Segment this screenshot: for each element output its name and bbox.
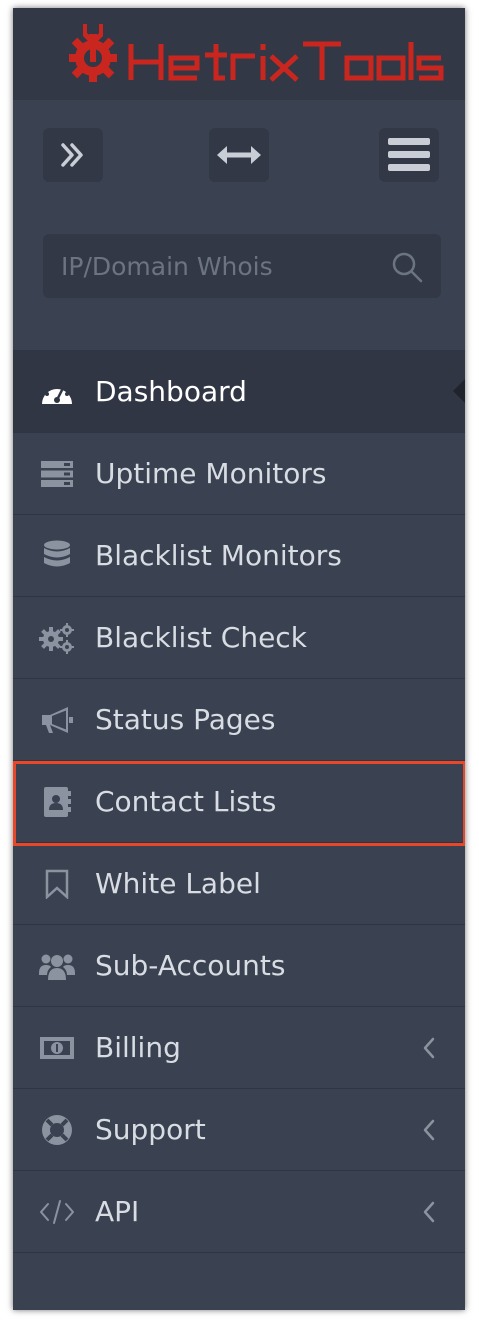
whois-search <box>43 234 441 298</box>
address-book-icon <box>39 784 75 820</box>
sidebar-item-blacklist-monitors[interactable]: Blacklist Monitors <box>13 515 465 597</box>
gears-icon <box>39 620 75 656</box>
whois-search-input[interactable] <box>43 234 383 298</box>
database-icon <box>39 538 75 574</box>
chevron-left-icon <box>423 1119 435 1140</box>
hetrixtools-logo[interactable] <box>65 22 445 86</box>
sidebar-item-label: White Label <box>95 867 261 900</box>
sidebar-item-label: API <box>95 1195 140 1228</box>
double-chevron-right-icon <box>61 143 83 167</box>
active-indicator <box>453 379 465 403</box>
resize-sidebar-button[interactable] <box>209 128 269 182</box>
sidebar-window: Dashboard Uptime Monitors <box>13 8 465 1310</box>
expand-sidebar-button[interactable] <box>43 128 103 182</box>
sidebar-item-uptime-monitors[interactable]: Uptime Monitors <box>13 433 465 515</box>
toolbar <box>13 100 465 358</box>
sidebar-item-support[interactable]: Support <box>13 1089 465 1171</box>
sidebar-item-white-label[interactable]: White Label <box>13 843 465 925</box>
sidebar-item-label: Uptime Monitors <box>95 457 327 490</box>
life-ring-icon <box>39 1112 75 1148</box>
code-icon <box>39 1194 75 1230</box>
money-bill-icon <box>39 1030 75 1066</box>
chevron-left-icon <box>423 1037 435 1058</box>
sidebar-item-label: Blacklist Check <box>95 621 307 654</box>
horizontal-arrows-icon <box>217 146 261 164</box>
sidebar-item-label: Blacklist Monitors <box>95 539 342 572</box>
users-icon <box>39 948 75 984</box>
sidebar-item-label: Billing <box>95 1031 181 1064</box>
sidebar-item-billing[interactable]: Billing <box>13 1007 465 1089</box>
sidebar-item-blacklist-check[interactable]: Blacklist Check <box>13 597 465 679</box>
gauge-icon <box>39 374 75 410</box>
bookmark-icon <box>39 866 75 902</box>
logo-bar <box>13 8 465 100</box>
sidebar-item-label: Status Pages <box>95 703 276 736</box>
sidebar-item-label: Contact Lists <box>95 785 277 818</box>
search-icon[interactable] <box>391 251 423 283</box>
sidebar-item-contact-lists[interactable]: Contact Lists <box>13 761 465 846</box>
sidebar-item-status-pages[interactable]: Status Pages <box>13 679 465 761</box>
server-icon <box>39 456 75 492</box>
megaphone-icon <box>39 702 75 738</box>
sidebar-item-label: Dashboard <box>95 375 247 408</box>
hamburger-icon <box>388 138 430 171</box>
sidebar-item-label: Sub-Accounts <box>95 949 286 982</box>
sidebar-menu: Dashboard Uptime Monitors Blacklist Moni… <box>13 350 465 1253</box>
sidebar-item-label: Support <box>95 1113 206 1146</box>
sidebar-item-dashboard[interactable]: Dashboard <box>13 351 465 433</box>
sidebar-item-api[interactable]: API <box>13 1171 465 1253</box>
sidebar-item-sub-accounts[interactable]: Sub-Accounts <box>13 925 465 1007</box>
toggle-menu-button[interactable] <box>379 128 439 182</box>
chevron-left-icon <box>423 1201 435 1222</box>
